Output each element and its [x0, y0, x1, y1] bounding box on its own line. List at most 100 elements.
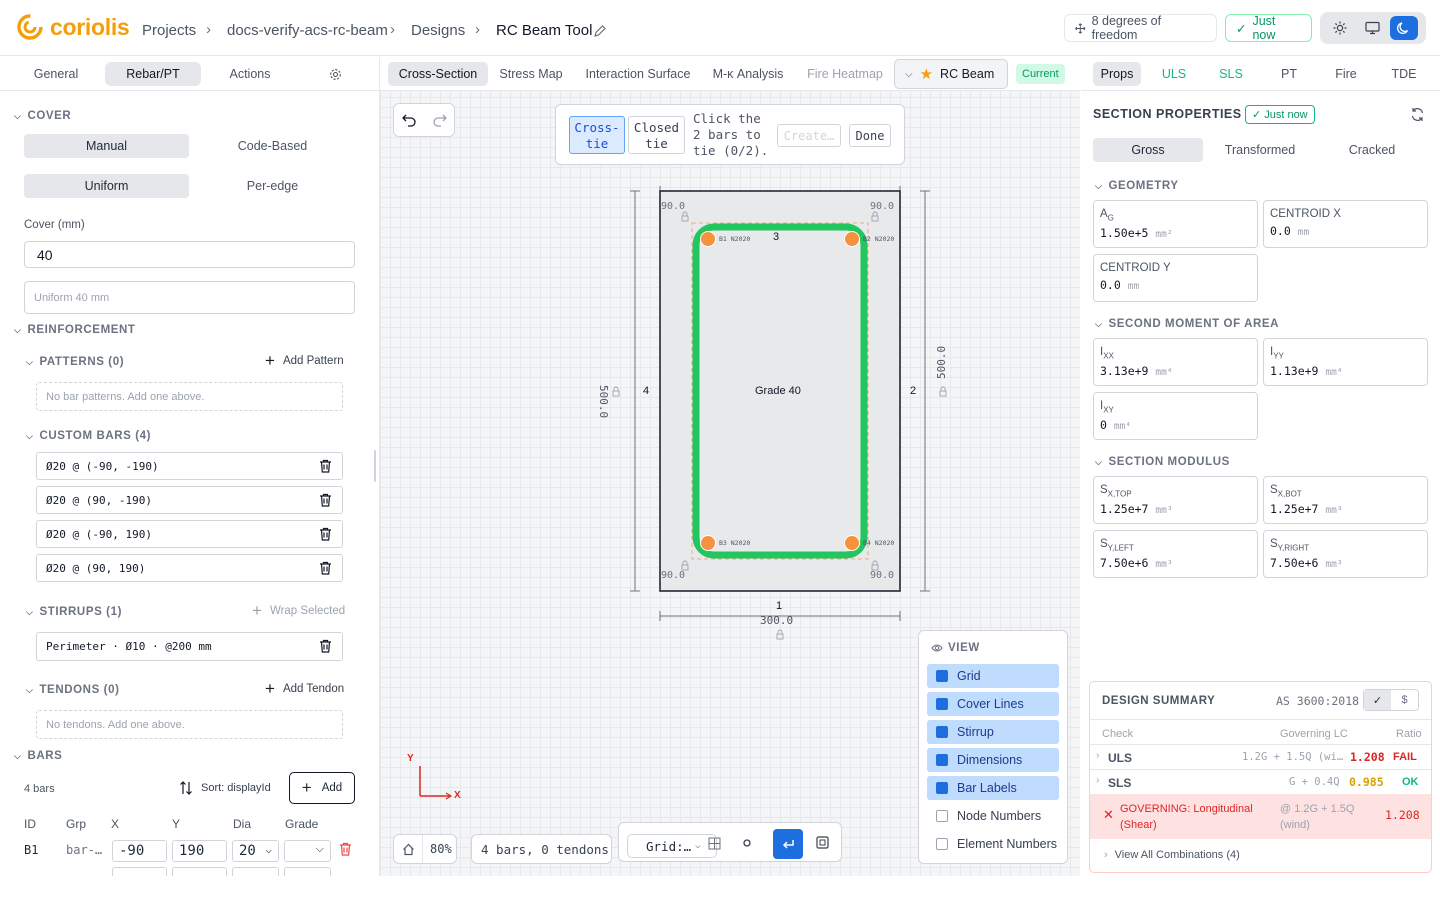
view-toggle-dimensions[interactable]: Dimensions — [927, 748, 1059, 772]
tab-m-k-analysis[interactable]: M-κ Analysis — [706, 62, 790, 86]
view-toggle-grid[interactable]: Grid — [927, 664, 1059, 688]
dof-indicator[interactable]: 8 degrees of freedom — [1064, 14, 1217, 42]
tab-pt[interactable]: PT — [1268, 62, 1310, 86]
patterns-header[interactable]: ⌵ PATTERNS (0) — [26, 356, 124, 368]
custom-bar-row[interactable]: Ø20 @ (-90, -190) — [36, 452, 343, 480]
rebar-b1[interactable] — [700, 231, 716, 247]
bars-section-header[interactable]: ⌵ BARS — [14, 750, 62, 762]
add-bar-button[interactable]: + Add — [289, 772, 355, 804]
cover-edge-per-edge[interactable]: Per-edge — [190, 174, 355, 198]
basis-gross[interactable]: Gross — [1093, 138, 1203, 162]
bar-dia-select[interactable]: 20 ⌵ — [232, 840, 279, 862]
custom-bar-row[interactable]: Ø20 @ (90, -190) — [36, 486, 343, 514]
grid-select[interactable]: Grid:… ⌵ — [627, 834, 717, 858]
grid-snap-icon[interactable] — [708, 837, 721, 850]
theme-dark-button[interactable] — [1390, 16, 1418, 40]
ag-unit: mm² — [1155, 229, 1173, 241]
logo[interactable]: coriolis — [16, 13, 130, 41]
add-tendon-button[interactable]: + Add Tendon — [265, 680, 344, 697]
bar-y-input[interactable]: 190 — [172, 840, 227, 862]
prop-value: 7.50e+6 mm³ — [1270, 556, 1421, 570]
tab-fire-heatmap[interactable]: Fire Heatmap — [800, 62, 890, 86]
view-toggle-element-numbers[interactable]: Element Numbers — [927, 832, 1059, 856]
edit-pencil-icon[interactable] — [593, 24, 607, 38]
breadcrumb-projects[interactable]: Projects — [142, 22, 196, 39]
sls-check-row[interactable]: › SLS G + 0.4Q 0.985 OK — [1090, 770, 1431, 794]
rebar-b3[interactable] — [700, 535, 716, 551]
custom-bar-row[interactable]: Ø20 @ (-90, 190) — [36, 520, 343, 548]
tab-cross-section[interactable]: Cross-Section — [388, 62, 488, 86]
tab-props[interactable]: Props — [1093, 62, 1141, 86]
wrap-selected-button[interactable]: + Wrap Selected — [252, 602, 345, 619]
rebar-b4[interactable] — [844, 535, 860, 551]
left-resize-handle[interactable] — [374, 450, 376, 482]
cover-section-header[interactable]: ⌵ COVER — [14, 110, 71, 122]
tab-tde[interactable]: TDE — [1383, 62, 1425, 86]
bar-grade-select[interactable]: ⌵ — [284, 840, 331, 862]
design-selector[interactable]: ⌵ ★ RC Beam — [894, 59, 1008, 89]
fit-view-icon[interactable] — [816, 836, 829, 849]
view-toggle-stirrup[interactable]: Stirrup — [927, 720, 1059, 744]
view-toggle-bar-labels[interactable]: Bar Labels — [927, 776, 1059, 800]
custom-bars-header[interactable]: ⌵ CUSTOM BARS (4) — [26, 430, 151, 442]
refresh-icon[interactable] — [1410, 107, 1425, 122]
settings-button[interactable] — [322, 62, 348, 86]
tab-general[interactable]: General — [18, 62, 94, 86]
trash-icon[interactable] — [319, 459, 332, 473]
node-snap-icon[interactable] — [741, 837, 753, 849]
prop-sy-left: SY,LEFT 7.50e+6 mm³ — [1093, 530, 1258, 578]
uls-check-row[interactable]: › ULS 1.2G + 1.5Q (wi… 1.208 FAIL — [1090, 745, 1431, 769]
trash-icon[interactable] — [319, 527, 332, 541]
tab-sls[interactable]: SLS — [1210, 62, 1252, 86]
trash-icon[interactable] — [319, 561, 332, 575]
tab-interaction-surface[interactable]: Interaction Surface — [580, 62, 696, 86]
tab-fire[interactable]: Fire — [1325, 62, 1367, 86]
basis-cracked[interactable]: Cracked — [1317, 138, 1427, 162]
view-all-combinations[interactable]: › View All Combinations (4) — [1104, 849, 1240, 861]
bar-x-input[interactable]: -90 — [112, 840, 167, 862]
view-toggle-cover-lines[interactable]: Cover Lines — [927, 692, 1059, 716]
tab-stress-map[interactable]: Stress Map — [492, 62, 570, 86]
zoom-level[interactable]: 80% — [430, 842, 452, 856]
rebar-b2[interactable] — [844, 231, 860, 247]
governing-row[interactable]: ✕ GOVERNING: Longitudinal (Shear) @ 1.2G… — [1090, 794, 1431, 839]
add-pattern-button[interactable]: + Add Pattern — [265, 352, 344, 369]
view-item-label: Stirrup — [957, 725, 994, 739]
sort-button[interactable]: Sort: displayId — [179, 781, 271, 795]
prop-label: AG — [1100, 208, 1114, 223]
tab-actions[interactable]: Actions — [212, 62, 288, 86]
breadcrumb-designs[interactable]: Designs — [411, 22, 465, 39]
tab-uls[interactable]: ULS — [1153, 62, 1195, 86]
theme-light-button[interactable] — [1326, 16, 1354, 40]
geometry-header[interactable]: ⌵ GEOMETRY — [1095, 180, 1179, 192]
cover-mode-code-based[interactable]: Code-Based — [190, 134, 355, 158]
cover-edge-uniform[interactable]: Uniform — [24, 174, 189, 198]
prop-ixx: IXX 3.13e+9 mm⁴ — [1093, 338, 1258, 386]
theme-system-button[interactable] — [1358, 16, 1386, 40]
breadcrumb-project[interactable]: docs-verify-acs-rc-beam — [227, 22, 388, 39]
tab-rebar-pt[interactable]: Rebar/PT — [105, 62, 201, 86]
home-icon[interactable] — [402, 843, 415, 856]
stirrup-row[interactable]: Perimeter · Ø10 · @200 mm — [36, 632, 343, 661]
stirrups-header[interactable]: ⌵ STIRRUPS (1) — [26, 606, 122, 618]
second-moment-header[interactable]: ⌵ SECOND MOMENT OF AREA — [1095, 318, 1279, 330]
governing-lc: @ 1.2G + 1.5Q (wind) — [1280, 803, 1355, 831]
tendons-header[interactable]: ⌵ TENDONS (0) — [26, 684, 120, 696]
custom-bar-row[interactable]: Ø20 @ (90, 190) — [36, 554, 343, 582]
delete-row-trash-icon[interactable] — [339, 842, 352, 856]
view-toggle-node-numbers[interactable]: Node Numbers — [927, 804, 1059, 828]
cover-mode-manual[interactable]: Manual — [24, 134, 189, 158]
view-title-text: VIEW — [948, 642, 980, 654]
section-modulus-header[interactable]: ⌵ SECTION MODULUS — [1095, 456, 1230, 468]
chevron-down-icon: ⌵ — [1095, 456, 1103, 467]
trash-icon[interactable] — [319, 639, 332, 653]
edge-right-label: 2 — [910, 385, 917, 397]
snap-enter-button[interactable] — [773, 829, 803, 859]
canvas-area[interactable]: Cross-Section Stress Map Interaction Sur… — [380, 57, 1080, 876]
trash-icon[interactable] — [319, 493, 332, 507]
reinforcement-section-header[interactable]: ⌵ REINFORCEMENT — [14, 324, 136, 336]
cover-input[interactable]: 40 — [24, 241, 355, 268]
cost-mode-icon[interactable]: $ — [1391, 690, 1418, 710]
check-mode-icon[interactable]: ✓ — [1364, 690, 1391, 710]
basis-transformed[interactable]: Transformed — [1205, 138, 1315, 162]
